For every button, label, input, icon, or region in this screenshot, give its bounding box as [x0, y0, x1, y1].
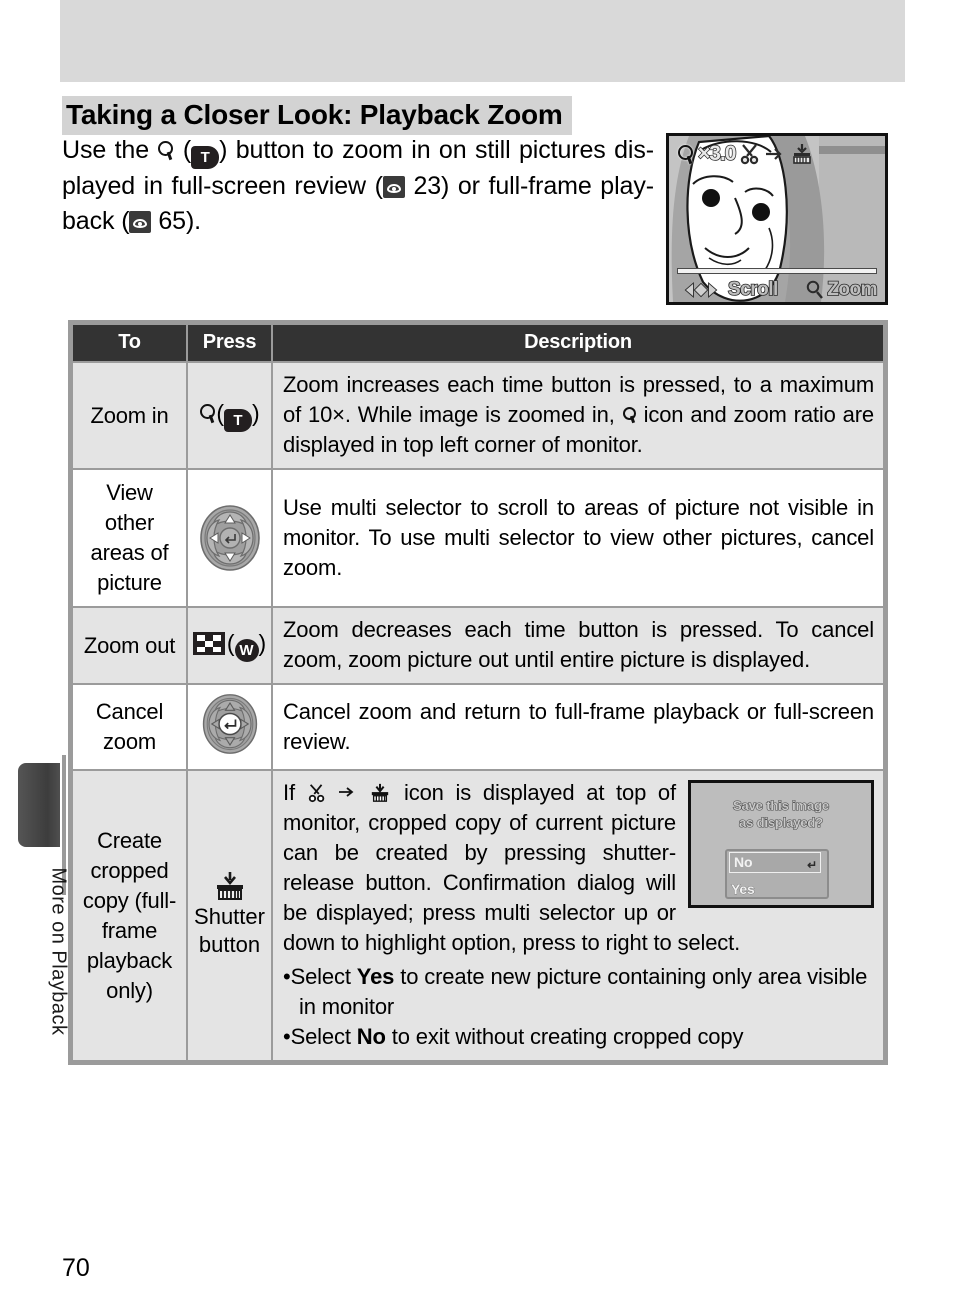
- col-header-description: Description: [271, 323, 885, 363]
- dialog-option-yes-label: Yes: [731, 881, 755, 898]
- thumbnail-checker-icon: [192, 632, 225, 655]
- page-header-band: [60, 0, 905, 82]
- col-header-to: To: [71, 323, 188, 363]
- intro-text-4: 23) or full-frame play-: [413, 172, 654, 200]
- crop-save-icon: [793, 144, 812, 164]
- row-label-create-cropped-copy: Create cropped copy (full-frame playback…: [71, 769, 188, 1062]
- desc-text-b: . While image is zoomed in,: [344, 402, 615, 427]
- multi-selector-arrows-icon: [199, 504, 261, 572]
- magnifier-icon-zoom-hint: [807, 280, 824, 299]
- row-label-zoom-in: Zoom in: [71, 361, 188, 470]
- col-header-press: Press: [186, 323, 273, 363]
- monitor-status-row: ×3.0: [677, 141, 815, 166]
- bullet-yes-bold: Yes: [356, 964, 395, 989]
- shutter-button-icon: [216, 872, 243, 900]
- intro-text-3: played in full-screen review (: [62, 172, 383, 200]
- bullet-yes: •Select Yes to create new picture contai…: [283, 964, 868, 1019]
- confirmation-dialog-illustration: Save this image as displayed? No ↵ Yes: [688, 780, 874, 908]
- row-desc-create-cropped-copy: Save this image as displayed? No ↵ Yes I…: [271, 769, 885, 1062]
- table-header-row: To Press Description: [71, 323, 885, 363]
- table-row-zoom-out: Zoom out (W) Zoom decreases each time bu…: [71, 606, 885, 685]
- dialog-option-no[interactable]: No ↵: [729, 852, 821, 873]
- intro-paragraph: Use the (T) button to zoom in on still p…: [62, 133, 654, 239]
- multi-selector-center-icon: [199, 693, 261, 761]
- intro-text-5: back (: [62, 207, 130, 235]
- desc-intro-b: icon is displayed at top of monitor, cro…: [283, 780, 741, 955]
- magnifier-icon-inline-row1: [622, 406, 637, 424]
- bullet-no-b: to exit without creating cropped copy: [391, 1024, 744, 1049]
- crop-save-icon-row5: [372, 783, 389, 802]
- row-press-zoom-out: (W): [186, 606, 273, 685]
- row-label-view-other-areas: View other areas of picture: [71, 468, 188, 608]
- row-press-view-other-areas: [186, 468, 273, 608]
- table-row-create-cropped-copy: Create cropped copy (full-frame playback…: [71, 769, 885, 1062]
- arrow-right-icon-row5: [339, 787, 354, 797]
- dialog-option-no-label: No: [734, 854, 753, 870]
- tele-T-button-icon-row1: T: [224, 409, 252, 432]
- dialog-title: Save this image as displayed?: [691, 797, 871, 831]
- wide-W-button-icon: W: [234, 639, 259, 662]
- row-press-cancel-zoom: [186, 683, 273, 771]
- row-press-create-cropped-copy: Shutter button: [186, 769, 273, 1062]
- page-title: Taking a Closer Look: Playback Zoom: [62, 96, 572, 136]
- monitor-zoom-hint: Zoom: [806, 278, 878, 301]
- magnifier-icon-monitor: [677, 144, 694, 165]
- desc-intro-a: If: [283, 780, 295, 805]
- dialog-options-box: No ↵ Yes: [725, 849, 829, 899]
- row-press-zoom-in: (T): [186, 361, 273, 470]
- intro-text-1: Use the: [62, 136, 150, 164]
- page-number: 70: [62, 1254, 90, 1282]
- bullet-yes-a: Select: [290, 964, 351, 989]
- monitor-scroll-hint: Scroll: [677, 278, 779, 301]
- scissors-icon: [741, 144, 759, 165]
- dialog-option-yes[interactable]: Yes: [731, 874, 755, 904]
- dialog-title-line2: as displayed?: [738, 814, 824, 830]
- row-desc-cancel-zoom: Cancel zoom and return to full-frame pla…: [271, 683, 885, 771]
- row-label-cancel-zoom: Cancel zoom: [71, 683, 188, 771]
- reference-eye-icon: [382, 176, 405, 198]
- table-row-cancel-zoom: Cancel zoom Cancel zoom and return to fu…: [71, 683, 885, 771]
- scroll-arrows-icon: [684, 282, 718, 298]
- tele-T-button-icon: T: [191, 146, 220, 169]
- reference-eye-icon-2: [129, 211, 152, 233]
- dialog-title-line1: Save this image: [732, 797, 830, 813]
- row-desc-view-other-areas: Use multi selector to scroll to areas of…: [271, 468, 885, 608]
- table-row-zoom-in: Zoom in (T) Zoom increases each time but…: [71, 361, 885, 470]
- intro-text-2: ) button to zoom in on still pictures di…: [219, 136, 654, 164]
- row-desc-zoom-out: Zoom decreases each time button is press…: [271, 606, 885, 685]
- bullet-no: •Select No to exit without creating crop…: [283, 1024, 744, 1049]
- magnifier-icon: [157, 140, 174, 161]
- table-row-view-other-areas: View other areas of picture Use multi se…: [71, 468, 885, 608]
- bullet-no-bold: No: [356, 1024, 386, 1049]
- shutter-label-line1: Shutter: [194, 904, 265, 929]
- monitor-progress-bar: [677, 268, 877, 274]
- chapter-label: More on Playback: [47, 867, 70, 1036]
- shutter-label-line2: button: [198, 932, 261, 957]
- intro-paren-open: (: [182, 136, 192, 164]
- monitor-bottom-bar: Scroll Zoom: [669, 268, 885, 302]
- intro-text-6: 65).: [158, 207, 202, 235]
- camera-monitor-illustration: ×3.0 Scroll Zoom: [666, 133, 888, 305]
- zoom-label: Zoom: [826, 278, 878, 301]
- row-label-zoom-out: Zoom out: [71, 606, 188, 685]
- magnifier-icon-row1: [199, 403, 216, 424]
- scissors-icon-row5: [308, 784, 324, 803]
- bullet-no-a: Select: [290, 1024, 351, 1049]
- row-desc-zoom-in: Zoom increases each time button is press…: [271, 361, 885, 470]
- arrow-right-icon: [766, 148, 783, 160]
- scroll-label: Scroll: [727, 278, 779, 301]
- enter-arrow-icon: ↵: [807, 858, 817, 872]
- playback-zoom-table: To Press Description Zoom in (T) Zoom in…: [68, 320, 888, 1065]
- zoom-ratio-label: ×3.0: [697, 141, 737, 166]
